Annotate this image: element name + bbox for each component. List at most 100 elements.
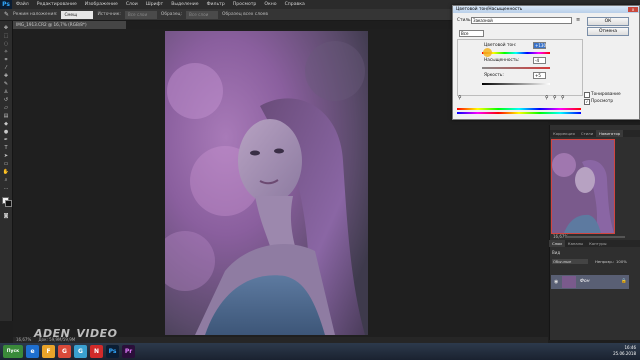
crop-tool-icon[interactable]: ⌗ bbox=[2, 57, 10, 63]
navigator-zoom-slider[interactable] bbox=[565, 236, 625, 238]
tools-panel: ✥ ⬚ ◌ ✧ ⌗ ⁄ ✚ ✎ ♙ ↺ ▱ ▤ ◆ ● ✒ T ➤ ▭ ✋ ⌕ … bbox=[0, 21, 13, 321]
menu-select[interactable]: Выделение bbox=[167, 2, 202, 7]
tab-styles[interactable]: Стили bbox=[578, 130, 596, 137]
taskbar-chrome-icon[interactable]: G bbox=[58, 345, 71, 358]
menu-file[interactable]: Файл bbox=[12, 2, 33, 7]
channel-select[interactable]: Все bbox=[459, 30, 484, 37]
close-icon[interactable]: x bbox=[628, 7, 638, 12]
saturation-label: Насыщенность: bbox=[484, 58, 520, 63]
preset-options-icon[interactable]: ≡ bbox=[576, 17, 580, 23]
layer-name[interactable]: Фон bbox=[580, 279, 590, 284]
taskbar: Пуск e F G G N Ps Pr 16:46 25.06.2018 bbox=[0, 343, 640, 360]
photoshop-logo: Ps bbox=[0, 0, 12, 9]
navigator-preview bbox=[552, 140, 614, 233]
sample-select[interactable]: Все слои bbox=[186, 10, 219, 19]
zoom-tool-icon[interactable]: ⌕ bbox=[2, 177, 10, 183]
opacity-value[interactable]: 100% bbox=[616, 259, 627, 264]
dodge-tool-icon[interactable]: ● bbox=[2, 129, 10, 135]
clock-date: 25.06.2018 bbox=[613, 351, 636, 356]
preview-checkbox[interactable]: ✓ bbox=[584, 99, 590, 105]
taskbar-premiere-icon[interactable]: Pr bbox=[122, 345, 135, 358]
colorize-checkbox[interactable] bbox=[584, 92, 590, 98]
menu-filter[interactable]: Фильтр bbox=[203, 2, 229, 7]
lightness-input[interactable]: +5 bbox=[533, 72, 546, 79]
hue-slider[interactable] bbox=[482, 52, 550, 54]
eyedropper-tool-icon[interactable]: ⁄ bbox=[2, 65, 10, 71]
preset-select[interactable]: Заказной bbox=[471, 17, 572, 24]
tab-navigator[interactable]: Навигатор bbox=[596, 130, 624, 137]
eraser-tool-icon[interactable]: ▱ bbox=[2, 105, 10, 111]
taskbar-media-icon[interactable]: N bbox=[90, 345, 103, 358]
move-tool-icon[interactable]: ✥ bbox=[2, 25, 10, 31]
brush-tool-icon[interactable]: ✎ bbox=[4, 11, 9, 18]
source-select[interactable]: Все слои bbox=[124, 10, 157, 19]
eye-icon[interactable]: ◉ bbox=[554, 279, 558, 285]
taskbar-ie-icon[interactable]: e bbox=[26, 345, 39, 358]
tab-paths[interactable]: Контуры bbox=[586, 240, 609, 247]
menu-image[interactable]: Изображение bbox=[81, 2, 122, 7]
lightness-label: Яркость: bbox=[484, 73, 504, 78]
menu-help[interactable]: Справка bbox=[281, 2, 309, 7]
layer-thumbnail bbox=[562, 276, 576, 288]
document-tab[interactable]: IMG_1913.CR2 @ 16,7% (RGB/8*) bbox=[13, 21, 126, 29]
cancel-button[interactable]: Отмена bbox=[587, 27, 629, 36]
start-button[interactable]: Пуск bbox=[3, 345, 23, 358]
lasso-tool-icon[interactable]: ◌ bbox=[2, 41, 10, 47]
layer-kind-filter[interactable]: Вид bbox=[552, 250, 560, 255]
document-photo[interactable] bbox=[165, 31, 368, 335]
sample-all-checkbox-label[interactable]: Образец всех слоев bbox=[222, 12, 268, 17]
tab-channels[interactable]: Каналы bbox=[565, 240, 586, 247]
color-bar-input bbox=[457, 108, 581, 110]
hue-saturation-dialog: Цветовой тон/Насыщенность x Стиль: Заказ… bbox=[452, 5, 640, 120]
saturation-input[interactable]: -4 bbox=[533, 57, 546, 64]
doc-size-readout: Док: 59,9M/59,9M bbox=[38, 337, 76, 342]
hue-input[interactable]: +130 bbox=[533, 42, 546, 49]
dialog-title: Цветовой тон/Насыщенность bbox=[453, 6, 639, 13]
menu-view[interactable]: Просмотр bbox=[229, 2, 261, 7]
system-clock[interactable]: 16:46 25.06.2018 bbox=[613, 345, 636, 357]
taskbar-folder-icon[interactable]: F bbox=[42, 345, 55, 358]
taskbar-photoshop-icon[interactable]: Ps bbox=[106, 345, 119, 358]
navigator-thumbnail[interactable] bbox=[551, 139, 615, 234]
eyedropper-icon[interactable]: ⚲ bbox=[458, 95, 462, 101]
healing-tool-icon[interactable]: ✚ bbox=[2, 73, 10, 79]
eyedropper-add-icon[interactable]: ⚲ bbox=[545, 95, 549, 101]
mode-select[interactable]: Смещ bbox=[61, 10, 94, 19]
colorize-label: Тонирование bbox=[591, 92, 621, 97]
opacity-label: Непрозр.: bbox=[595, 259, 615, 264]
quick-mask-icon[interactable]: ◙ bbox=[2, 213, 10, 219]
saturation-slider[interactable] bbox=[482, 67, 550, 69]
eyedropper-sample-icon[interactable]: ⚲ bbox=[561, 95, 565, 101]
menu-window[interactable]: Окно bbox=[260, 2, 280, 7]
gradient-tool-icon[interactable]: ▤ bbox=[2, 113, 10, 119]
menu-type[interactable]: Шрифт bbox=[142, 2, 167, 7]
navigator-tabs: Коррекция Стили Навигатор bbox=[550, 130, 640, 137]
quick-select-icon[interactable]: ✧ bbox=[2, 49, 10, 55]
brush-tool-icon-side[interactable]: ✎ bbox=[2, 81, 10, 87]
menu-edit[interactable]: Редактирование bbox=[33, 2, 81, 7]
type-tool-icon[interactable]: T bbox=[2, 145, 10, 151]
hand-tool-icon[interactable]: ✋ bbox=[2, 169, 10, 175]
more-tools-icon[interactable]: … bbox=[2, 185, 10, 191]
preview-label: Просмотр bbox=[591, 99, 614, 104]
lock-icon: 🔒 bbox=[621, 279, 627, 284]
marquee-tool-icon[interactable]: ⬚ bbox=[2, 33, 10, 39]
stamp-tool-icon[interactable]: ♙ bbox=[2, 89, 10, 95]
mode-label: Режим наложения: bbox=[13, 12, 58, 17]
ok-button[interactable]: ОК bbox=[587, 17, 629, 26]
tab-adjustments[interactable]: Коррекция bbox=[550, 130, 578, 137]
history-brush-icon[interactable]: ↺ bbox=[2, 97, 10, 103]
blend-mode-select[interactable]: Обычные bbox=[552, 259, 588, 264]
taskbar-app-icon[interactable]: G bbox=[74, 345, 87, 358]
zoom-readout[interactable]: 16,67% bbox=[13, 337, 31, 342]
layer-row[interactable]: ◉ Фон 🔒 bbox=[551, 275, 629, 289]
tab-layers[interactable]: Слои bbox=[549, 240, 565, 247]
pen-tool-icon[interactable]: ✒ bbox=[2, 137, 10, 143]
background-color-swatch[interactable] bbox=[5, 200, 12, 207]
lightness-slider[interactable] bbox=[482, 83, 550, 85]
shape-tool-icon[interactable]: ▭ bbox=[2, 161, 10, 167]
blur-tool-icon[interactable]: ◆ bbox=[2, 121, 10, 127]
menu-layers[interactable]: Слои bbox=[122, 2, 142, 7]
eyedropper-subtract-icon[interactable]: ⚲ bbox=[553, 95, 557, 101]
path-select-icon[interactable]: ➤ bbox=[2, 153, 10, 159]
